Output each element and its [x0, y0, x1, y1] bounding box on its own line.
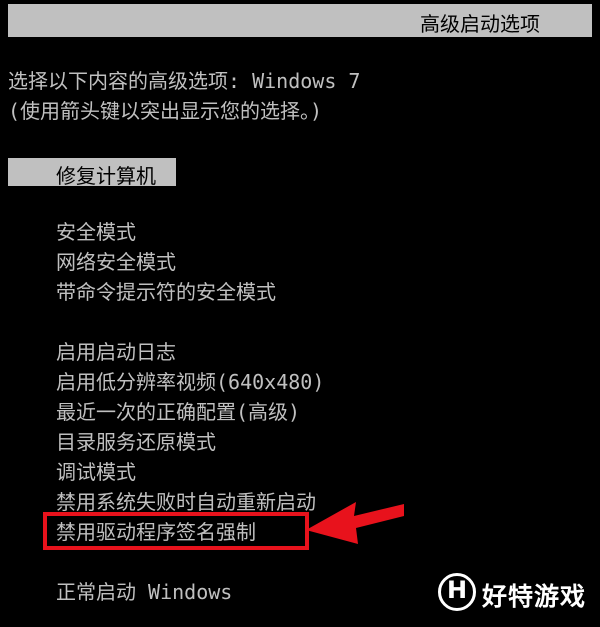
menu-item-safe-mode-command-prompt[interactable]: 带命令提示符的安全模式 — [56, 280, 276, 304]
watermark-letter: H — [447, 576, 468, 604]
watermark-text: 好特游戏 — [482, 582, 587, 611]
boot-screen: 高级启动选项 选择以下内容的高级选项: Windows 7 (使用箭头键以突出显… — [0, 0, 600, 627]
menu-item-start-normally[interactable]: 正常启动 Windows — [56, 580, 232, 604]
title-bar: 高级启动选项 — [8, 4, 592, 37]
menu-item-disable-auto-restart[interactable]: 禁用系统失败时自动重新启动 — [56, 490, 316, 514]
menu-item-repair-computer[interactable]: 修复计算机 — [8, 158, 176, 188]
menu-item-debugging-mode[interactable]: 调试模式 — [56, 460, 136, 484]
prompt-line-2: (使用箭头键以突出显示您的选择。) — [8, 99, 323, 123]
menu-item-boot-logging[interactable]: 启用启动日志 — [56, 340, 176, 364]
watermark-logo: H 好特游戏 — [438, 573, 598, 617]
screen-title: 高级启动选项 — [420, 12, 540, 36]
prompt-line-1: 选择以下内容的高级选项: Windows 7 — [8, 69, 361, 93]
menu-item-directory-services-restore[interactable]: 目录服务还原模式 — [56, 430, 216, 454]
menu-item-label: 修复计算机 — [56, 164, 156, 188]
menu-item-last-known-good[interactable]: 最近一次的正确配置(高级) — [56, 400, 300, 424]
menu-item-safe-mode[interactable]: 安全模式 — [56, 220, 136, 244]
annotation-arrow-icon — [306, 502, 404, 544]
menu-item-safe-mode-networking[interactable]: 网络安全模式 — [56, 250, 176, 274]
annotation-highlight-box — [43, 512, 309, 550]
menu-item-low-resolution-video[interactable]: 启用低分辨率视频(640x480) — [56, 370, 324, 394]
